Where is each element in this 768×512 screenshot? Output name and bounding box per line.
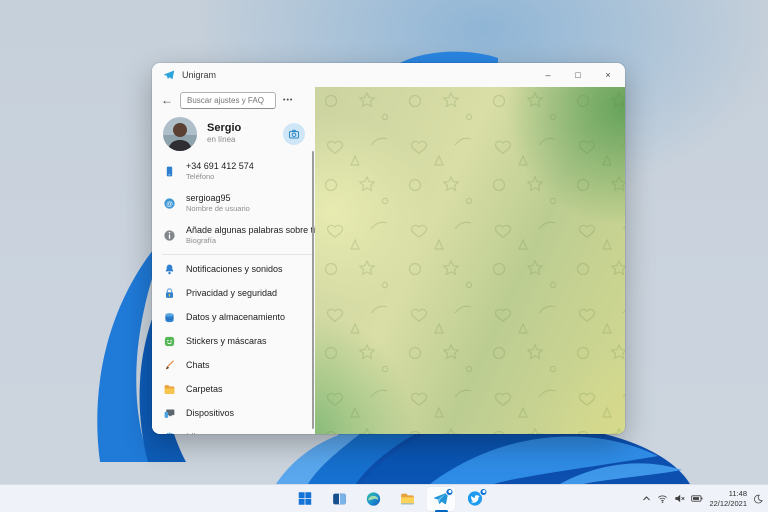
menu-item-privacy[interactable]: Privacidad y seguridad [152, 281, 315, 305]
clock-date: 22/12/2021 [709, 498, 747, 508]
back-button[interactable]: ← [161, 94, 173, 106]
edge-icon [366, 491, 380, 506]
bell-icon [152, 263, 186, 276]
phone-value: +34 691 412 574 [186, 160, 254, 171]
menu-item-language[interactable]: Idioma [152, 425, 315, 434]
wifi-icon[interactable] [657, 493, 668, 504]
phone-icon [152, 165, 186, 178]
database-icon [152, 311, 186, 324]
search-input[interactable] [180, 91, 276, 109]
twitter-notification-badge [479, 487, 488, 496]
clock-time: 11:48 [728, 489, 747, 499]
phone-field[interactable]: +34 691 412 574 Teléfono [152, 155, 315, 187]
divider [162, 254, 315, 255]
chat-doodle-pattern [315, 87, 625, 434]
globe-icon [152, 431, 186, 434]
file-explorer-icon [400, 493, 414, 504]
username-label: Nombre de usuario [186, 203, 250, 213]
taskbar: 11:48 22/12/2021 [0, 484, 768, 512]
profile-status: en línea [207, 135, 236, 145]
menu-item-data-storage[interactable]: Datos y almacenamiento [152, 305, 315, 329]
tray-chevron-up-icon[interactable] [642, 494, 651, 503]
info-icon [152, 229, 186, 242]
at-icon: @ [152, 197, 186, 210]
maximize-button[interactable]: □ [563, 63, 593, 87]
settings-panel: ← ••• Sergio en l [152, 87, 315, 434]
task-view-icon [332, 493, 346, 504]
twitter-taskbar-button[interactable] [460, 487, 489, 511]
bio-field[interactable]: Añade algunas palabras sobre ti Biografí… [152, 219, 315, 251]
close-button[interactable]: × [593, 63, 623, 87]
more-options-button[interactable]: ••• [283, 97, 293, 104]
menu-item-stickers[interactable]: Stickers y máscaras [152, 329, 315, 353]
svg-text:@: @ [166, 200, 173, 207]
phone-label: Teléfono [186, 171, 215, 181]
folder-icon [152, 383, 186, 396]
sticker-icon [152, 335, 186, 348]
avatar[interactable] [163, 117, 197, 151]
volume-muted-icon[interactable] [674, 493, 686, 504]
telegram-logo-icon [164, 70, 175, 80]
brush-icon [152, 359, 186, 372]
lock-icon [152, 287, 186, 300]
titlebar[interactable]: Unigram – □ × [152, 63, 625, 87]
profile-name: Sergio [207, 122, 242, 135]
battery-icon[interactable] [691, 493, 703, 504]
desktop: Unigram – □ × ← ••• [0, 0, 768, 512]
bio-label: Biografía [186, 235, 217, 245]
edge-button[interactable] [358, 487, 387, 511]
file-explorer-button[interactable] [392, 487, 421, 511]
edit-photo-button[interactable] [283, 123, 305, 145]
start-button[interactable] [290, 487, 319, 511]
profile-section[interactable]: Sergio en línea [152, 113, 315, 155]
username-field[interactable]: @ sergioag95 Nombre de usuario [152, 187, 315, 219]
task-view-button[interactable] [324, 487, 353, 511]
focus-assist-moon-icon[interactable] [753, 494, 763, 504]
devices-icon [152, 407, 186, 420]
unigram-notification-badge [445, 487, 454, 496]
unigram-window: Unigram – □ × ← ••• [152, 63, 625, 434]
minimize-button[interactable]: – [533, 63, 563, 87]
menu-item-chats[interactable]: Chats [152, 353, 315, 377]
panel-scrollbar[interactable] [311, 151, 314, 429]
start-icon [298, 492, 312, 505]
unigram-taskbar-button[interactable] [426, 486, 456, 512]
camera-icon [289, 129, 299, 139]
menu-item-folders[interactable]: Carpetas [152, 377, 315, 401]
clock[interactable]: 11:48 22/12/2021 [709, 489, 747, 508]
window-title: Unigram [182, 70, 217, 80]
chat-background-pane [315, 87, 625, 434]
bio-value: Añade algunas palabras sobre ti [186, 224, 315, 235]
menu-item-devices[interactable]: Dispositivos [152, 401, 315, 425]
menu-item-notifications[interactable]: Notificaciones y sonidos [152, 257, 315, 281]
username-value: sergioag95 [186, 192, 231, 203]
